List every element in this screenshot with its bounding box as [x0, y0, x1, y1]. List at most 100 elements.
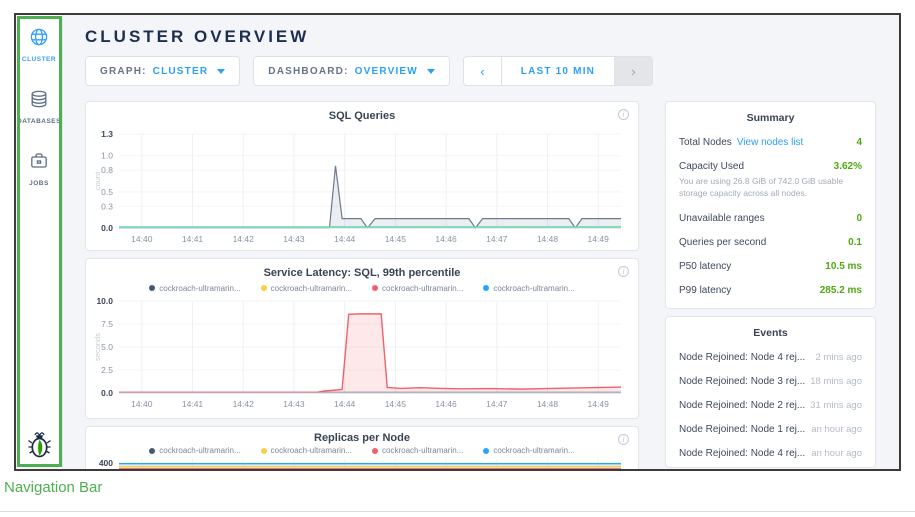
svg-text:14:48: 14:48 [537, 399, 559, 409]
dashboard-dropdown-label: DASHBOARD: [268, 66, 348, 77]
svg-text:10.0: 10.0 [96, 296, 113, 306]
chart-title: SQL Queries [86, 102, 638, 126]
svg-text:0.8: 0.8 [101, 165, 113, 175]
svg-text:14:44: 14:44 [334, 234, 356, 244]
cockroachdb-logo[interactable] [27, 429, 52, 463]
svg-text:14:43: 14:43 [283, 399, 305, 409]
svg-text:14:43: 14:43 [283, 234, 305, 244]
briefcase-icon [29, 151, 49, 176]
summary-value: 0 [856, 213, 862, 224]
event-row[interactable]: Node Rejoined: Node 3 rej... 18 mins ago [679, 376, 862, 387]
svg-text:14:42: 14:42 [233, 399, 255, 409]
chevron-down-icon [217, 69, 225, 74]
svg-text:0.5: 0.5 [101, 187, 113, 197]
event-row[interactable]: Node Rejoined: Node 4 rej... 2 mins ago [679, 352, 862, 363]
summary-row-p99-latency: P99 latency 285.2 ms [679, 285, 862, 296]
svg-text:count: count [93, 171, 102, 190]
svg-text:14:45: 14:45 [385, 399, 407, 409]
svg-text:14:40: 14:40 [131, 399, 153, 409]
summary-value: 285.2 ms [820, 285, 862, 296]
summary-title: Summary [679, 102, 862, 137]
sidebar-item-jobs[interactable]: JOBS [29, 151, 49, 187]
app-window: CLUSTER DATABASES JOBS [14, 13, 901, 471]
summary-value: 0.1 [848, 237, 862, 248]
summary-row-capacity-used: Capacity Used 3.62% [679, 161, 862, 172]
annotation-label: Navigation Bar [4, 479, 102, 496]
service-latency-chart[interactable]: 0.0 2.5 5.0 7.5 10.0 14:40 14:41 14:42 14:43 14:4… [93, 295, 631, 413]
summary-value: 3.62% [834, 161, 862, 172]
charts-column: SQL Queries i 0.00.30.50.81.01.314:4014:… [85, 101, 639, 471]
time-range-selector: ‹ LAST 10 MIN › [463, 56, 653, 86]
info-icon[interactable]: i [618, 434, 629, 445]
svg-text:2.5: 2.5 [101, 365, 113, 375]
page-title: CLUSTER OVERVIEW [85, 27, 899, 47]
summary-row-queries-per-second: Queries per second 0.1 [679, 237, 862, 248]
legend-dot [261, 285, 267, 291]
legend-dot [149, 448, 155, 454]
sidebar-item-databases[interactable]: DATABASES [17, 89, 61, 125]
sql-queries-chart[interactable]: 0.00.30.50.81.01.314:4014:4114:4214:4314… [93, 126, 631, 248]
legend-item: cockroach-ultramarin... [372, 446, 463, 455]
time-range-next-button[interactable]: › [615, 57, 652, 85]
svg-text:14:45: 14:45 [385, 234, 407, 244]
svg-text:14:41: 14:41 [182, 234, 204, 244]
graph-dropdown-value: CLUSTER [153, 66, 209, 77]
svg-text:14:47: 14:47 [486, 399, 508, 409]
svg-text:14:47: 14:47 [486, 234, 508, 244]
view-nodes-list-link[interactable]: View nodes list [737, 137, 804, 148]
chart-legend: cockroach-ultramarin... cockroach-ultram… [86, 281, 638, 295]
svg-text:14:46: 14:46 [435, 399, 457, 409]
svg-text:5.0: 5.0 [101, 342, 113, 352]
dashboard-dropdown-value: OVERVIEW [355, 66, 418, 77]
svg-text:14:46: 14:46 [435, 234, 457, 244]
replicas-per-node-chart[interactable]: 400 [93, 457, 631, 471]
info-icon[interactable]: i [618, 266, 629, 277]
svg-text:14:49: 14:49 [588, 234, 610, 244]
summary-row-p50-latency: P50 latency 10.5 ms [679, 261, 862, 272]
svg-text:0.0: 0.0 [101, 223, 113, 233]
legend-dot [483, 448, 489, 454]
svg-text:14:44: 14:44 [334, 399, 356, 409]
graph-dropdown[interactable]: GRAPH: CLUSTER [85, 56, 240, 86]
event-row[interactable]: Node Rejoined: Node 4 rej... an hour ago [679, 448, 862, 459]
time-range-prev-button[interactable]: ‹ [464, 57, 501, 85]
dashboard-dropdown[interactable]: DASHBOARD: OVERVIEW [253, 56, 450, 86]
info-icon[interactable]: i [618, 109, 629, 120]
legend-dot [372, 285, 378, 291]
summary-panel: Summary Total NodesView nodes list 4 Cap… [665, 101, 876, 309]
main-content: CLUSTER OVERVIEW GRAPH: CLUSTER DASHBOAR… [63, 15, 899, 469]
legend-dot [149, 285, 155, 291]
legend-item: cockroach-ultramarin... [149, 446, 240, 455]
legend-dot [372, 448, 378, 454]
service-latency-chart-panel: Service Latency: SQL, 99th percentile i … [85, 258, 639, 419]
events-title: Events [679, 317, 862, 352]
legend-item: cockroach-ultramarin... [483, 284, 574, 293]
event-row[interactable]: Node Rejoined: Node 2 rej... 31 mins ago [679, 400, 862, 411]
graph-dropdown-label: GRAPH: [100, 66, 147, 77]
summary-column: Summary Total NodesView nodes list 4 Cap… [665, 101, 876, 471]
globe-icon [29, 27, 49, 52]
capacity-note: You are using 26.8 GiB of 742.0 GiB usab… [679, 176, 862, 200]
svg-text:14:41: 14:41 [182, 399, 204, 409]
database-icon [29, 89, 49, 114]
sidebar-item-label: DATABASES [17, 118, 61, 125]
legend-item: cockroach-ultramarin... [261, 284, 352, 293]
legend-item: cockroach-ultramarin... [261, 446, 352, 455]
summary-row-unavailable-ranges: Unavailable ranges 0 [679, 213, 862, 224]
svg-text:0.3: 0.3 [101, 201, 113, 211]
event-row[interactable]: Node Rejoined: Node 1 rej... an hour ago [679, 424, 862, 435]
svg-text:1.0: 1.0 [101, 151, 113, 161]
svg-text:14:48: 14:48 [537, 234, 559, 244]
summary-row-total-nodes: Total NodesView nodes list 4 [679, 137, 862, 148]
svg-text:7.5: 7.5 [101, 319, 113, 329]
sidebar-item-cluster[interactable]: CLUSTER [22, 27, 56, 63]
chevron-down-icon [427, 69, 435, 74]
legend-dot [261, 448, 267, 454]
svg-text:14:42: 14:42 [233, 234, 255, 244]
replicas-per-node-chart-panel: Replicas per Node i cockroach-ultramarin… [85, 426, 639, 471]
time-range-label[interactable]: LAST 10 MIN [501, 57, 615, 85]
dashboard-controls: GRAPH: CLUSTER DASHBOARD: OVERVIEW ‹ LAS… [85, 56, 899, 86]
svg-text:14:49: 14:49 [588, 399, 610, 409]
sidebar-item-label: JOBS [29, 180, 49, 187]
svg-text:0.0: 0.0 [101, 388, 113, 398]
